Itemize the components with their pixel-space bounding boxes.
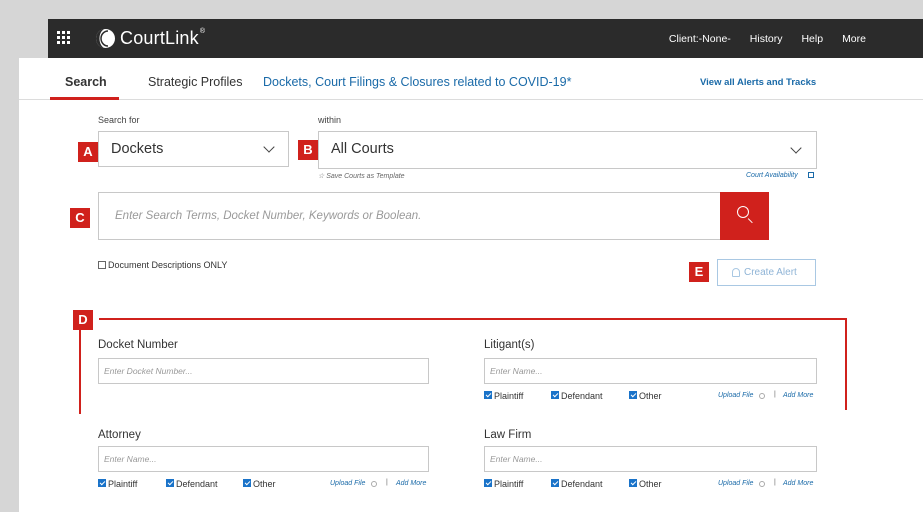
attorney-defendant-checkbox[interactable] — [166, 479, 174, 487]
info-icon[interactable] — [371, 481, 377, 487]
court-availability-link[interactable]: Court Availability — [746, 172, 798, 179]
search-icon — [737, 206, 749, 218]
callout-badge-c: C — [70, 208, 90, 228]
lawfirm-other-checkbox[interactable] — [629, 479, 637, 487]
help-link[interactable]: Help — [801, 33, 823, 45]
chevron-down-icon — [263, 141, 275, 153]
callout-badge-d: D — [73, 310, 93, 330]
chevron-down-icon — [790, 142, 802, 154]
save-courts-template-link[interactable]: ☆ Save Courts as Template — [318, 172, 405, 180]
more-menu[interactable]: More — [842, 33, 866, 45]
tab-strategic-profiles[interactable]: Strategic Profiles — [148, 75, 242, 89]
logo-text: CourtLink — [120, 28, 199, 48]
section-d-frame-left — [79, 329, 81, 414]
litigant-defendant-checkbox[interactable] — [551, 391, 559, 399]
logo-registered-mark: ® — [199, 28, 206, 35]
litigants-label: Litigant(s) — [484, 339, 535, 351]
court-select[interactable]: All Courts — [318, 131, 817, 169]
attorney-defendant-label: Defendant — [176, 479, 218, 489]
litigant-defendant-label: Defendant — [561, 391, 603, 401]
litigant-upload-file-link[interactable]: Upload File — [718, 392, 753, 399]
main-panel: Search Strategic Profiles Dockets, Court… — [19, 58, 923, 512]
info-icon[interactable] — [759, 393, 765, 399]
bell-icon — [732, 268, 740, 277]
litigant-plaintiff-checkbox[interactable] — [484, 391, 492, 399]
info-icon[interactable] — [759, 481, 765, 487]
litigants-input[interactable] — [485, 359, 816, 383]
search-for-label: Search for — [98, 115, 140, 125]
litigant-add-more-link[interactable]: Add More — [783, 392, 813, 399]
lawfirm-plaintiff-label: Plaintiff — [494, 479, 524, 489]
view-all-alerts-link[interactable]: View all Alerts and Tracks — [700, 77, 816, 88]
lawfirm-upload-file-link[interactable]: Upload File — [718, 480, 753, 487]
lawfirm-defendant-label: Defendant — [561, 479, 603, 489]
docket-number-input[interactable] — [99, 359, 428, 383]
top-nav: Client:-None- History Help More — [669, 19, 923, 58]
law-firm-label: Law Firm — [484, 429, 532, 441]
apps-grid-icon[interactable] — [57, 31, 70, 44]
attorney-other-checkbox[interactable] — [243, 479, 251, 487]
search-for-value: Dockets — [111, 141, 164, 157]
litigant-other-checkbox[interactable] — [629, 391, 637, 399]
tab-bar: Search Strategic Profiles Dockets, Court… — [19, 58, 923, 100]
history-link[interactable]: History — [750, 33, 783, 45]
search-bar — [98, 192, 769, 240]
search-button[interactable] — [720, 192, 769, 240]
attorney-add-more-link[interactable]: Add More — [396, 480, 426, 487]
litigants-field — [484, 358, 817, 384]
callout-badge-b: B — [298, 140, 318, 160]
external-link-icon — [808, 172, 814, 178]
attorney-upload-file-link[interactable]: Upload File — [330, 480, 365, 487]
court-select-value: All Courts — [331, 141, 394, 157]
courtlink-logo[interactable]: CourtLink® — [95, 26, 205, 51]
tab-covid-dockets[interactable]: Dockets, Court Filings & Closures relate… — [263, 75, 571, 89]
lawfirm-plaintiff-checkbox[interactable] — [484, 479, 492, 487]
law-firm-field — [484, 446, 817, 472]
search-input[interactable] — [99, 193, 719, 239]
client-menu[interactable]: Client:-None- — [669, 33, 731, 45]
attorney-plaintiff-checkbox[interactable] — [98, 479, 106, 487]
lawfirm-defendant-checkbox[interactable] — [551, 479, 559, 487]
section-d-frame-top — [99, 318, 846, 320]
within-label: within — [318, 115, 342, 125]
doc-descriptions-label: Document Descriptions ONLY — [108, 260, 228, 270]
callout-badge-e: E — [689, 262, 709, 282]
attorney-plaintiff-label: Plaintiff — [108, 479, 138, 489]
callout-badge-a: A — [78, 142, 98, 162]
docket-number-field — [98, 358, 429, 384]
attorney-input[interactable] — [99, 447, 428, 471]
litigant-plaintiff-label: Plaintiff — [494, 391, 524, 401]
attorney-other-label: Other — [253, 479, 276, 489]
search-for-select[interactable]: Dockets — [98, 131, 289, 167]
law-firm-input[interactable] — [485, 447, 816, 471]
create-alert-label: Create Alert — [744, 267, 797, 278]
active-tab-indicator — [50, 97, 119, 100]
section-d-frame-right — [845, 318, 847, 410]
courtlink-logo-mark-icon — [96, 29, 115, 48]
create-alert-button[interactable]: Create Alert — [717, 259, 816, 286]
lawfirm-add-more-link[interactable]: Add More — [783, 480, 813, 487]
litigant-other-label: Other — [639, 391, 662, 401]
docket-number-label: Docket Number — [98, 339, 178, 351]
lawfirm-other-label: Other — [639, 479, 662, 489]
top-bar: CourtLink® Client:-None- History Help Mo… — [48, 19, 923, 58]
attorney-field — [98, 446, 429, 472]
tab-search[interactable]: Search — [65, 75, 107, 89]
doc-descriptions-checkbox[interactable] — [98, 261, 106, 269]
attorney-label: Attorney — [98, 429, 141, 441]
